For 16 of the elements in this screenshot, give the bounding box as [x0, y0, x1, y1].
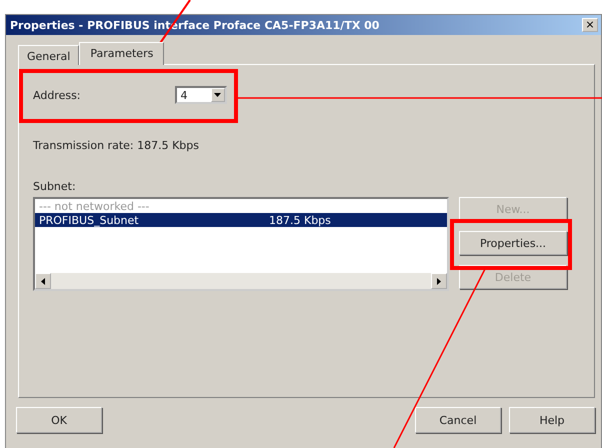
dialog-button[interactable]: Cancel [415, 407, 501, 433]
tab[interactable]: General [18, 45, 80, 65]
scroll-left-icon[interactable] [35, 273, 51, 289]
horizontal-scrollbar[interactable] [35, 273, 447, 289]
caret-icon[interactable] [210, 88, 225, 102]
tab[interactable]: Parameters [79, 42, 164, 65]
scroll-right-icon[interactable] [431, 273, 447, 289]
subnet-label: Subnet: [33, 180, 77, 193]
ok-button[interactable]: OK [16, 407, 102, 433]
address-dropdown[interactable]: 4 [174, 86, 227, 104]
subnet-row[interactable]: PROFIBUS_Subnet 187.5 Kbps [35, 213, 447, 227]
close-button[interactable]: × [582, 18, 598, 32]
address-label: Address: [33, 88, 81, 102]
transmission-rate-text: Transmission rate: 187.5 Kbps [33, 139, 200, 152]
subnet-action-button[interactable]: Properties... [459, 231, 567, 255]
dialog-button[interactable]: Help [509, 407, 595, 433]
